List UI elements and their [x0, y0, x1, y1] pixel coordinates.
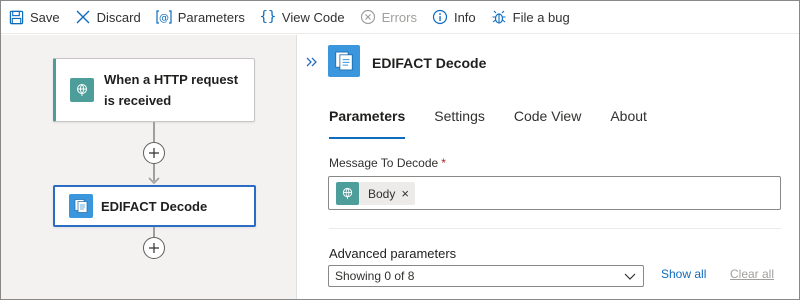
- advanced-select-value: Showing 0 of 8: [335, 269, 415, 283]
- errors-button[interactable]: Errors: [353, 1, 425, 34]
- close-icon: [74, 8, 92, 26]
- info-button[interactable]: Info: [425, 1, 484, 34]
- parameters-icon: @: [155, 8, 173, 26]
- plus-icon: [149, 243, 159, 253]
- errors-label: Errors: [381, 9, 417, 25]
- bug-icon: [490, 8, 508, 26]
- tab-code-view[interactable]: Code View: [514, 108, 581, 134]
- remove-token-icon[interactable]: ×: [401, 186, 409, 201]
- panel-title: EDIFACT Decode: [372, 55, 487, 71]
- trigger-title-line2: is received: [104, 93, 172, 108]
- svg-text:@: @: [159, 13, 169, 24]
- connector-line: [153, 122, 155, 142]
- panel-tabs: Parameters Settings Code View About: [329, 108, 676, 139]
- edifact-document-icon: [69, 194, 93, 218]
- discard-label: Discard: [96, 9, 141, 25]
- save-label: Save: [30, 9, 60, 25]
- trigger-card[interactable]: When a HTTP request is received: [53, 58, 255, 122]
- action-details-panel: EDIFACT Decode Parameters Settings Code …: [296, 35, 799, 299]
- edifact-card-title: EDIFACT Decode: [101, 198, 208, 214]
- advanced-parameters-select[interactable]: Showing 0 of 8: [328, 265, 644, 287]
- message-to-decode-label: Message To Decode *: [329, 156, 446, 170]
- request-globe-icon: [70, 78, 94, 102]
- designer-canvas[interactable]: When a HTTP request is received EDIFACT …: [1, 35, 296, 299]
- info-label: Info: [453, 9, 476, 25]
- insert-step-button[interactable]: [143, 237, 165, 259]
- trigger-card-title: When a HTTP request is received: [104, 69, 238, 111]
- code-braces-icon: {}: [259, 9, 277, 25]
- section-divider: [329, 228, 781, 229]
- clear-all-link[interactable]: Clear all: [730, 267, 774, 281]
- trigger-title-line1: When a HTTP request: [104, 72, 239, 87]
- tab-about[interactable]: About: [610, 108, 647, 134]
- chevron-down-icon: [624, 273, 636, 280]
- info-icon: [431, 8, 449, 26]
- save-button[interactable]: Save: [1, 1, 68, 34]
- parameters-button[interactable]: @ Parameters: [149, 1, 253, 34]
- file-bug-button[interactable]: File a bug: [484, 1, 578, 34]
- body-token[interactable]: Body ×: [336, 182, 415, 205]
- message-to-decode-field[interactable]: Body ×: [328, 176, 781, 210]
- connector-line: [153, 227, 155, 237]
- edifact-document-icon: [328, 45, 360, 77]
- view-code-label: View Code: [281, 9, 345, 25]
- insert-step-button[interactable]: [143, 142, 165, 164]
- arrow-down-icon: [148, 177, 160, 185]
- parameters-label: Parameters: [177, 9, 245, 25]
- error-circle-icon: [359, 8, 377, 26]
- panel-header: EDIFACT Decode: [297, 35, 800, 95]
- tab-settings[interactable]: Settings: [434, 108, 485, 134]
- plus-icon: [149, 148, 159, 158]
- toolbar: Save Discard @ Parameters {} View Code E…: [1, 1, 799, 34]
- edifact-decode-card[interactable]: EDIFACT Decode: [53, 185, 256, 227]
- body-token-label: Body: [368, 186, 396, 201]
- tab-parameters[interactable]: Parameters: [329, 108, 406, 139]
- advanced-parameters-label: Advanced parameters: [329, 246, 457, 261]
- discard-button[interactable]: Discard: [68, 1, 149, 34]
- message-to-decode-text: Message To Decode: [329, 156, 439, 170]
- save-icon: [7, 8, 25, 26]
- file-bug-label: File a bug: [512, 9, 570, 25]
- request-globe-icon: [336, 182, 359, 205]
- view-code-button[interactable]: {} View Code: [253, 1, 353, 34]
- double-chevron-right-icon: [306, 57, 317, 67]
- show-all-link[interactable]: Show all: [661, 267, 706, 281]
- required-mark: *: [441, 156, 446, 170]
- collapse-panel-button[interactable]: [305, 55, 319, 69]
